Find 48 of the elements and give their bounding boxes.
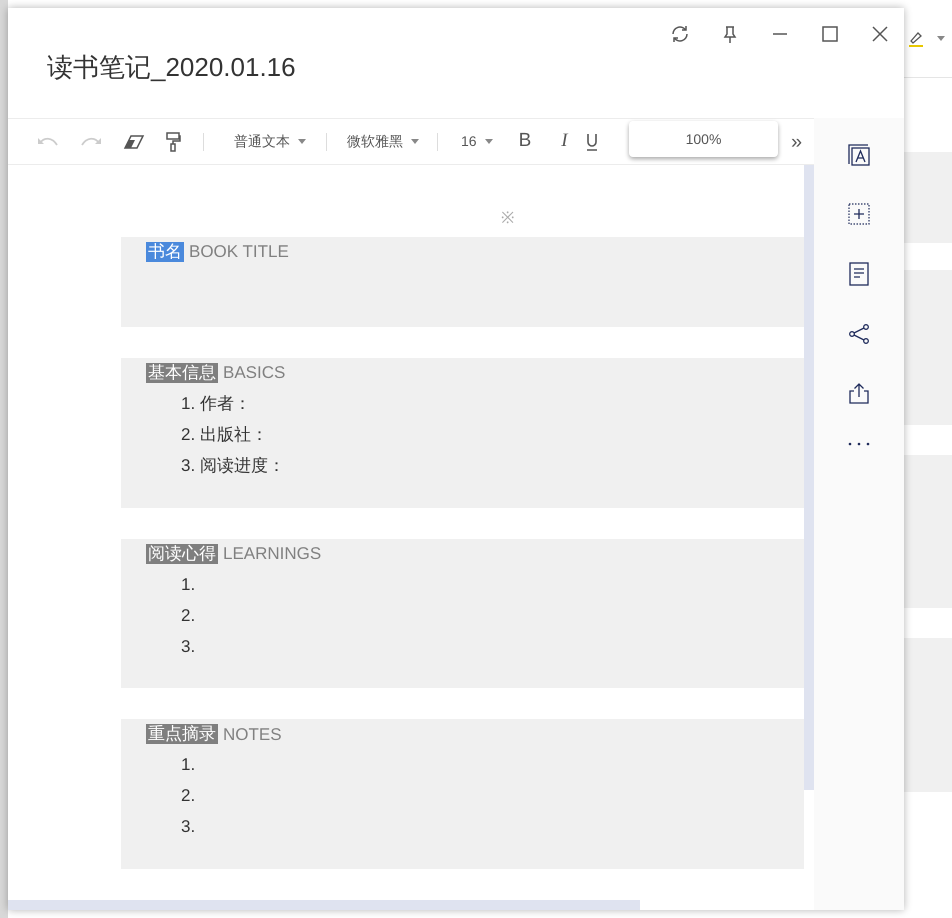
list-number: 3.	[181, 816, 196, 838]
caret-icon	[298, 139, 306, 144]
more-icon[interactable]	[848, 441, 870, 447]
list-number: 2.	[181, 785, 196, 808]
list-number: 3.	[181, 636, 196, 658]
highlighter-icon[interactable]	[907, 30, 925, 46]
section-tag: 阅读心得	[146, 544, 218, 564]
section-heading: LEARNINGS	[223, 543, 322, 566]
section-tag: 书名	[146, 242, 184, 262]
document-icon[interactable]	[849, 262, 869, 286]
more-button[interactable]: »	[791, 126, 802, 156]
reference-mark: ※	[500, 209, 515, 229]
maximize-icon[interactable]	[820, 24, 840, 44]
zoom-popup: 100%	[629, 121, 778, 157]
paragraph-style-dropdown[interactable]: 普通文本	[234, 131, 306, 152]
section-heading: BOOK TITLE	[189, 241, 289, 264]
text-box-icon[interactable]	[848, 144, 870, 166]
list-item-text: 作者：	[200, 392, 252, 415]
horizontal-scrollbar[interactable]	[8, 900, 640, 910]
list-number: 1.	[181, 392, 196, 415]
eraser-icon[interactable]	[123, 134, 145, 150]
add-block-icon[interactable]	[848, 203, 870, 225]
italic-button[interactable]: I	[561, 127, 568, 156]
caret-icon[interactable]	[937, 36, 945, 41]
section-heading: NOTES	[223, 724, 282, 746]
list-item-text: 出版社：	[200, 424, 268, 446]
section-tag: 基本信息	[146, 363, 218, 384]
caret-icon	[484, 139, 493, 144]
section-heading: BASICS	[223, 362, 286, 384]
list-number: 3.	[181, 454, 196, 477]
format-painter-icon[interactable]	[165, 132, 181, 152]
underline-icon[interactable]	[586, 132, 598, 150]
font-size-dropdown[interactable]: 16	[461, 131, 493, 152]
caret-icon	[411, 139, 419, 144]
bold-button[interactable]: B	[518, 127, 532, 156]
list-number: 1.	[181, 754, 196, 776]
vertical-scrollbar[interactable]	[804, 165, 814, 790]
close-icon[interactable]	[870, 24, 890, 44]
list-number: 2.	[181, 424, 196, 446]
list-item-text: 阅读进度：	[200, 454, 286, 477]
list-number: 2.	[181, 604, 196, 627]
list-number: 1.	[181, 574, 196, 596]
export-icon[interactable]	[848, 382, 870, 404]
window-title: 读书笔记_2020.01.16	[47, 51, 296, 84]
share-icon[interactable]	[848, 323, 870, 345]
refresh-icon[interactable]	[670, 24, 690, 44]
section-tag: 重点摘录	[146, 724, 218, 744]
font-dropdown[interactable]: 微软雅黑	[347, 131, 419, 152]
